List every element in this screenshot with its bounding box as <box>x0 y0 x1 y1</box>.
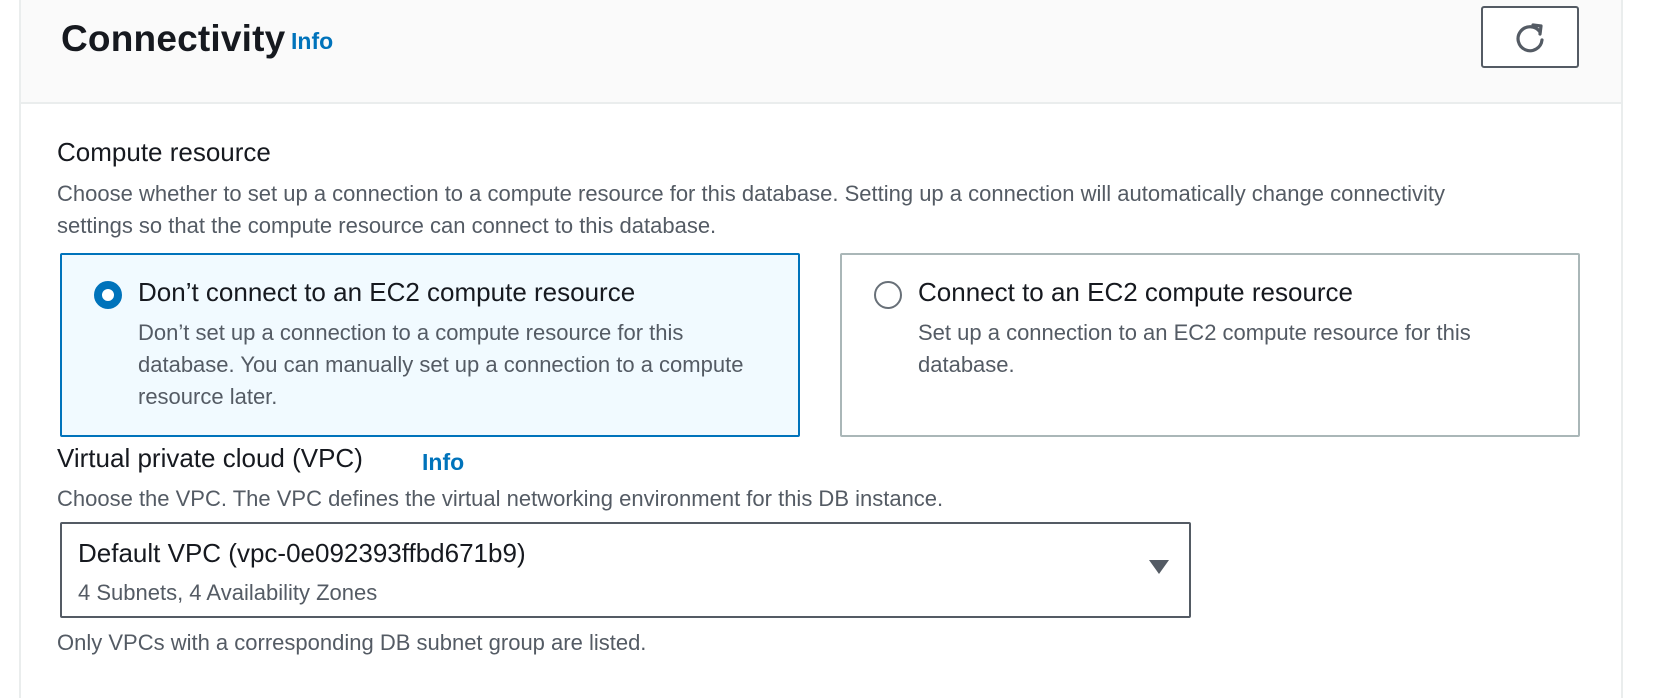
option-dont-connect-ec2[interactable]: Don’t connect to an EC2 compute resource… <box>60 253 800 437</box>
compute-resource-label: Compute resource <box>57 137 271 167</box>
vpc-description: Choose the VPC. The VPC defines the virt… <box>57 486 944 511</box>
panel-title: Connectivity <box>61 18 286 59</box>
vpc-selected-value: Default VPC (vpc-0e092393ffbd671b9) <box>78 538 526 568</box>
option-description: Set up a connection to an EC2 compute re… <box>918 320 1471 377</box>
vpc-info-link[interactable]: Info <box>422 449 464 476</box>
option-description: Don’t set up a connection to a compute r… <box>138 320 744 409</box>
caret-down-icon <box>1149 560 1169 574</box>
option-connect-ec2[interactable]: Connect to an EC2 compute resource Set u… <box>840 253 1580 437</box>
refresh-icon <box>1516 23 1544 53</box>
vpc-select[interactable]: Default VPC (vpc-0e092393ffbd671b9) 4 Su… <box>60 522 1191 618</box>
panel-header: Connectivity Info <box>21 0 1621 104</box>
option-title: Don’t connect to an EC2 compute resource <box>138 277 636 307</box>
vpc-label: Virtual private cloud (VPC) <box>57 443 363 473</box>
compute-resource-description: Choose whether to set up a connection to… <box>57 181 1446 238</box>
radio-dont-connect-ec2[interactable] <box>94 281 122 309</box>
refresh-button[interactable] <box>1481 6 1579 68</box>
connectivity-info-link[interactable]: Info <box>291 28 333 55</box>
option-title: Connect to an EC2 compute resource <box>918 277 1354 307</box>
vpc-selected-detail: 4 Subnets, 4 Availability Zones <box>78 580 378 605</box>
vpc-hint: Only VPCs with a corresponding DB subnet… <box>57 630 647 655</box>
radio-connect-ec2[interactable] <box>874 281 902 309</box>
